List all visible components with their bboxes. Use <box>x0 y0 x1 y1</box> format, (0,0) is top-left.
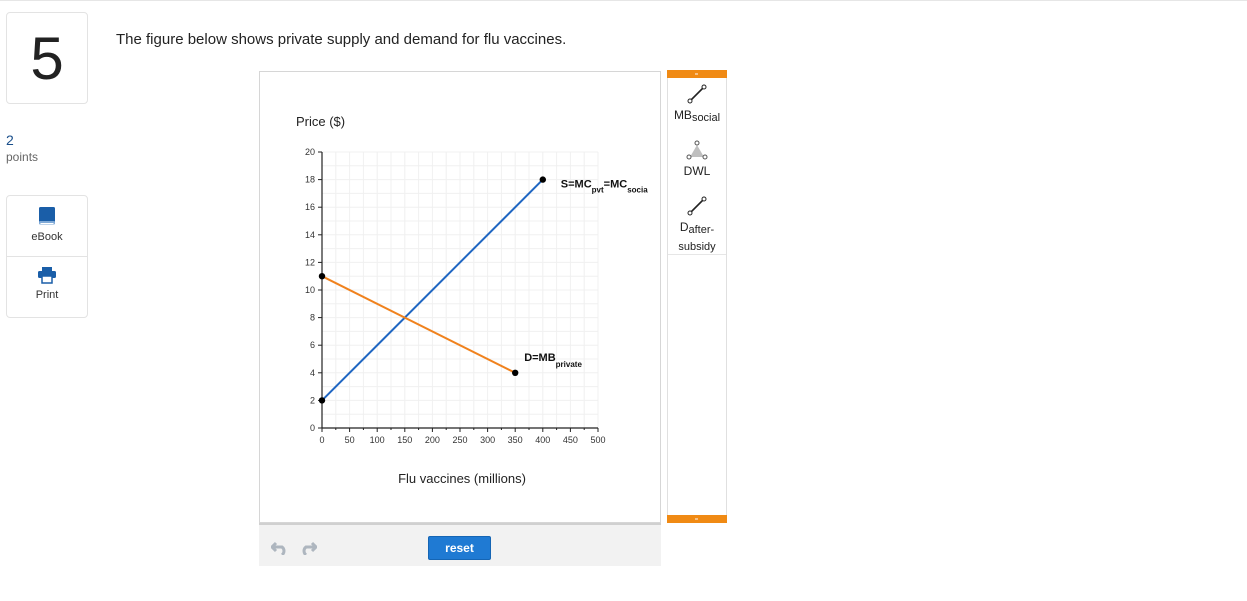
question-number: 5 <box>30 24 64 92</box>
line-tool-icon <box>687 196 707 216</box>
demand-label: D=MBprivate <box>524 352 582 369</box>
palette-scroll-down[interactable] <box>667 515 727 523</box>
demand-point <box>318 273 326 280</box>
x-tick-label: 350 <box>508 435 523 445</box>
y-tick-label: 10 <box>305 285 315 295</box>
tool-dwl-label: DWL <box>683 164 711 178</box>
x-tick-label: 200 <box>425 435 440 445</box>
x-tick-label: 400 <box>535 435 550 445</box>
y-tick-label: 0 <box>310 423 315 433</box>
ebook-label: eBook <box>31 231 63 243</box>
print-label: Print <box>35 289 59 301</box>
undo-icon[interactable] <box>271 539 289 555</box>
question-number-box: 5 <box>6 12 88 104</box>
tool-d-after-subsidy-label: Dafter-subsidy <box>678 220 716 253</box>
tools-divider <box>7 256 87 257</box>
top-divider <box>0 0 1247 1</box>
supply-demand-chart[interactable]: 024681012141618200 50 100 150 200 250 300 350 40… <box>260 72 660 522</box>
supply-point <box>318 397 326 404</box>
points-value: 2 <box>6 132 14 148</box>
polygon-tool-icon <box>686 140 708 160</box>
points-label: points <box>6 150 39 164</box>
demand-point <box>512 369 519 376</box>
x-tick-label: 100 <box>370 435 385 445</box>
y-axis-label: Price ($) <box>296 114 345 129</box>
redo-icon[interactable] <box>299 539 317 555</box>
y-tick-label: 12 <box>305 257 315 267</box>
tool-d-after-subsidy[interactable]: Dafter-subsidy <box>668 195 726 255</box>
print-button[interactable]: Print <box>7 266 87 326</box>
y-tick-label: 8 <box>310 313 315 323</box>
ebook-button[interactable]: eBook <box>7 206 87 266</box>
y-tick-label: 6 <box>310 340 315 350</box>
x-axis-label: Flu vaccines (millions) <box>398 471 526 486</box>
palette-scroll-up[interactable] <box>667 70 727 78</box>
y-tick-label: 20 <box>305 147 315 157</box>
x-tick-label: 300 <box>480 435 495 445</box>
resource-tools: eBook Print <box>6 195 88 318</box>
graph-panel: 0 2 4 6 8 10 12 14 16 18 20 0 50 100 150 200 250 300 350 40… <box>259 71 661 523</box>
drawing-palette: MBsocial DWL Dafter-subsidy <box>667 70 727 523</box>
reset-button[interactable]: reset <box>428 536 491 560</box>
y-tick-label: 4 <box>310 368 315 378</box>
x-tick-label: 450 <box>563 435 578 445</box>
book-icon <box>39 207 55 225</box>
x-tick-label: 150 <box>397 435 412 445</box>
tool-mb-social-label: MBsocial <box>673 108 721 124</box>
x-tick-label: 0 <box>319 435 324 445</box>
printer-icon <box>38 267 56 284</box>
supply-label: S=MCpvt=MCsocia <box>561 179 648 195</box>
x-tick-label: 500 <box>590 435 605 445</box>
y-tick-label: 2 <box>310 395 315 405</box>
supply-point <box>539 176 546 183</box>
y-tick-label: 16 <box>305 202 315 212</box>
line-tool-icon <box>687 84 707 104</box>
x-tick-label: 50 <box>345 435 355 445</box>
y-tick-label: 18 <box>305 175 315 185</box>
tool-mb-social[interactable]: MBsocial <box>668 83 726 139</box>
graph-toolbar: reset <box>259 523 661 566</box>
x-tick-label: 250 <box>452 435 467 445</box>
tool-dwl[interactable]: DWL <box>668 139 726 195</box>
question-text: The figure below shows private supply an… <box>116 31 567 48</box>
y-tick-label: 14 <box>305 230 315 240</box>
